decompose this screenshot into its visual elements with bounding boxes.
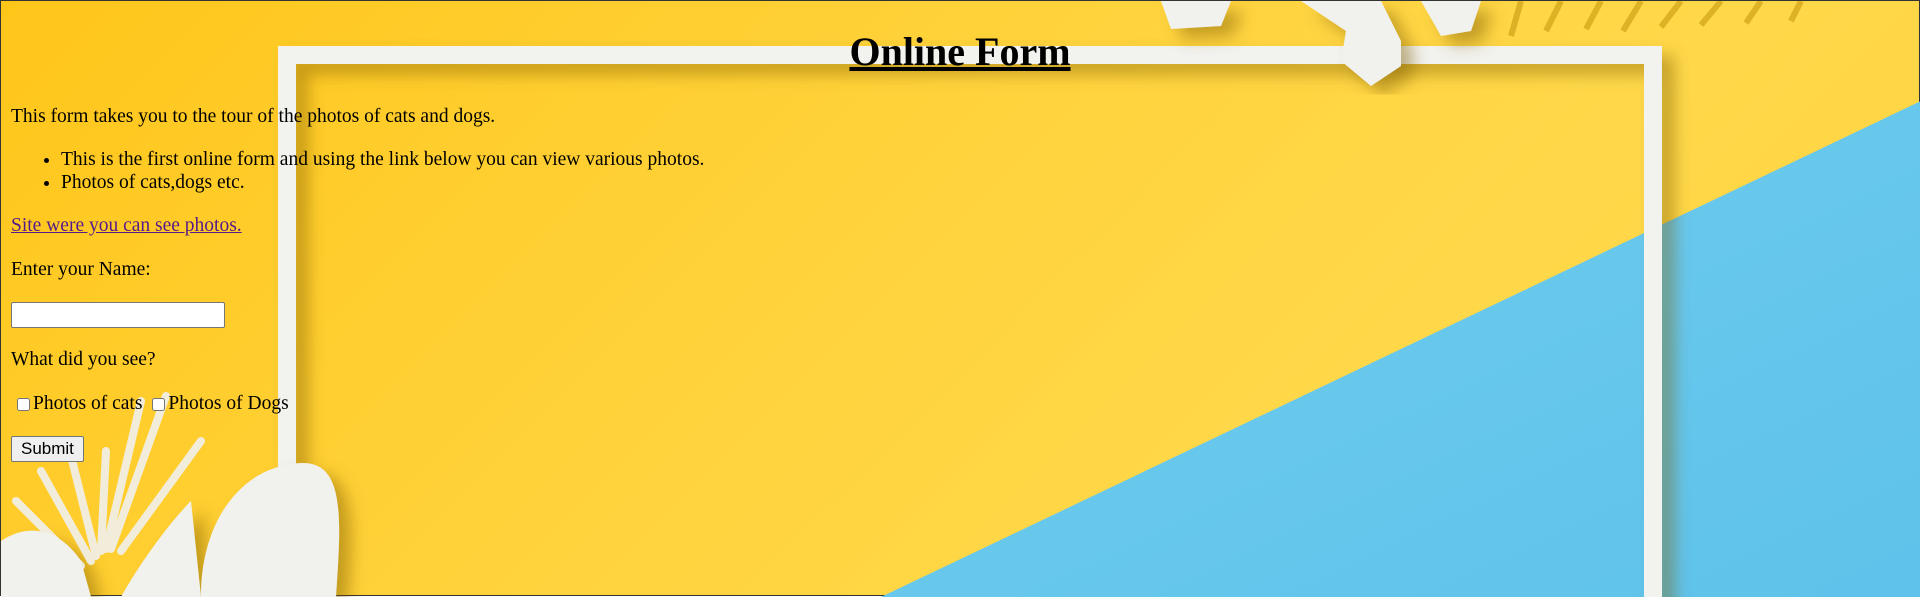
name-label: Enter your Name:: [11, 259, 151, 280]
dogs-checkbox[interactable]: [152, 397, 166, 411]
list-item: This is the first online form and using …: [61, 148, 1909, 171]
list-item: Photos of cats,dogs etc.: [61, 171, 1909, 194]
option-dogs[interactable]: Photos of Dogs: [146, 392, 289, 416]
page-title: Online Form: [849, 29, 1071, 74]
photos-link[interactable]: Site were you can see photos.: [11, 215, 242, 236]
page-content: Online Form This form takes you to the t…: [1, 1, 1919, 462]
dogs-label: Photos of Dogs: [168, 393, 289, 414]
question-label: What did you see?: [11, 349, 156, 370]
name-input[interactable]: [11, 302, 225, 328]
info-list: This is the first online form and using …: [11, 148, 1909, 194]
options-group: Photos of cats Photos of Dogs: [11, 392, 1909, 416]
option-cats[interactable]: Photos of cats: [11, 392, 142, 416]
cats-label: Photos of cats: [33, 393, 143, 414]
intro-text: This form takes you to the tour of the p…: [11, 106, 496, 127]
submit-button[interactable]: Submit: [11, 436, 84, 462]
cats-checkbox[interactable]: [17, 397, 30, 411]
